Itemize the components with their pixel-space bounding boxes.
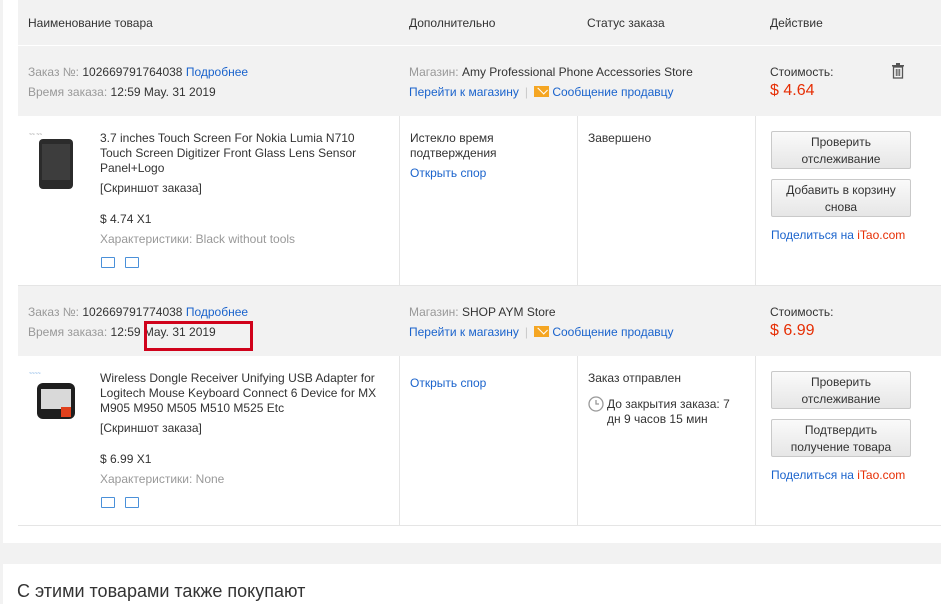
order-item-row: ~~ ~~ 3.7 inches Touch Screen For Nokia …	[18, 116, 941, 286]
confirm-receipt-button[interactable]: Подтвердить получение товара	[771, 419, 911, 457]
clock-icon	[588, 396, 604, 412]
open-dispute-link[interactable]: Открыть спор	[410, 166, 486, 180]
product-title[interactable]: Wireless Dongle Receiver Unifying USB Ad…	[100, 371, 395, 416]
highlight-box	[144, 321, 253, 351]
order-screenshot-link[interactable]: [Скриншот заказа]	[100, 181, 202, 195]
mail-icon	[534, 326, 549, 337]
table-header: Наименование товара Дополнительно Статус…	[18, 0, 941, 45]
cost-label: Стоимость:	[770, 65, 834, 79]
col-action-header: Действие	[770, 16, 823, 30]
order-header: Заказ №: 102669791764038 Подробнее Время…	[18, 46, 941, 116]
order-status: Завершено	[588, 131, 652, 145]
return-icon[interactable]	[125, 257, 139, 268]
go-to-store-link[interactable]: Перейти к магазину	[409, 325, 519, 339]
product-image[interactable]: ~~~~	[27, 369, 87, 429]
price-qty: $ 6.99 X1	[100, 452, 152, 466]
open-dispute-link[interactable]: Открыть спор	[410, 376, 486, 390]
order-screenshot-link[interactable]: [Скриншот заказа]	[100, 421, 202, 435]
order-cost: $ 4.64	[770, 82, 815, 99]
order-number: 102669791774038	[82, 305, 183, 319]
store-name: Amy Professional Phone Accessories Store	[461, 65, 693, 79]
shipping-icon[interactable]	[101, 257, 115, 268]
cost-label: Стоимость:	[770, 305, 834, 319]
price-qty: $ 4.74 X1	[100, 212, 152, 226]
track-shipment-button[interactable]: Проверить отслеживание	[771, 371, 911, 409]
mail-icon	[534, 86, 549, 97]
details-link[interactable]: Подробнее	[186, 305, 248, 319]
order-close-countdown: До закрытия заказа: 7 дн 9 часов 15 мин	[607, 397, 730, 426]
order-number: 102669791764038	[82, 65, 183, 79]
add-to-cart-again-button[interactable]: Добавить в корзину снова	[771, 179, 911, 217]
order-time: 12:59	[110, 325, 141, 339]
also-bought-section: С этими товарами также покупают	[3, 564, 941, 604]
order-date: May. 31 2019	[143, 85, 216, 99]
product-title[interactable]: 3.7 inches Touch Screen For Nokia Lumia …	[100, 131, 390, 176]
message-seller-link[interactable]: Сообщение продавцу	[552, 85, 673, 99]
trash-icon[interactable]	[891, 63, 905, 79]
go-to-store-link[interactable]: Перейти к магазину	[409, 85, 519, 99]
share-itao-link[interactable]: Поделиться на iTao.com	[771, 468, 905, 482]
extra-info: Истекло время подтверждения	[410, 131, 497, 160]
share-itao-link[interactable]: Поделиться на iTao.com	[771, 228, 905, 242]
svg-text:~~~~: ~~~~	[29, 371, 41, 377]
shipping-icon[interactable]	[101, 497, 115, 508]
product-characteristics: None	[195, 472, 225, 486]
details-link[interactable]: Подробнее	[186, 65, 248, 79]
col-product-header: Наименование товара	[28, 16, 153, 30]
svg-text:~~ ~~: ~~ ~~	[29, 132, 42, 138]
product-image[interactable]: ~~ ~~	[27, 129, 87, 189]
order-time: 12:59	[110, 85, 141, 99]
product-characteristics: Black without tools	[195, 232, 296, 246]
store-name: SHOP AYM Store	[461, 305, 556, 319]
col-status-header: Статус заказа	[587, 16, 665, 30]
col-extra-header: Дополнительно	[409, 16, 496, 30]
track-shipment-button[interactable]: Проверить отслеживание	[771, 131, 911, 169]
order-status: Заказ отправлен	[588, 371, 681, 385]
order-cost: $ 6.99	[770, 322, 815, 339]
order-item-row: ~~~~ Wireless Dongle Receiver Unifying U…	[18, 356, 941, 526]
return-icon[interactable]	[125, 497, 139, 508]
message-seller-link[interactable]: Сообщение продавцу	[552, 325, 673, 339]
orders-panel: Наименование товара Дополнительно Статус…	[3, 0, 941, 543]
